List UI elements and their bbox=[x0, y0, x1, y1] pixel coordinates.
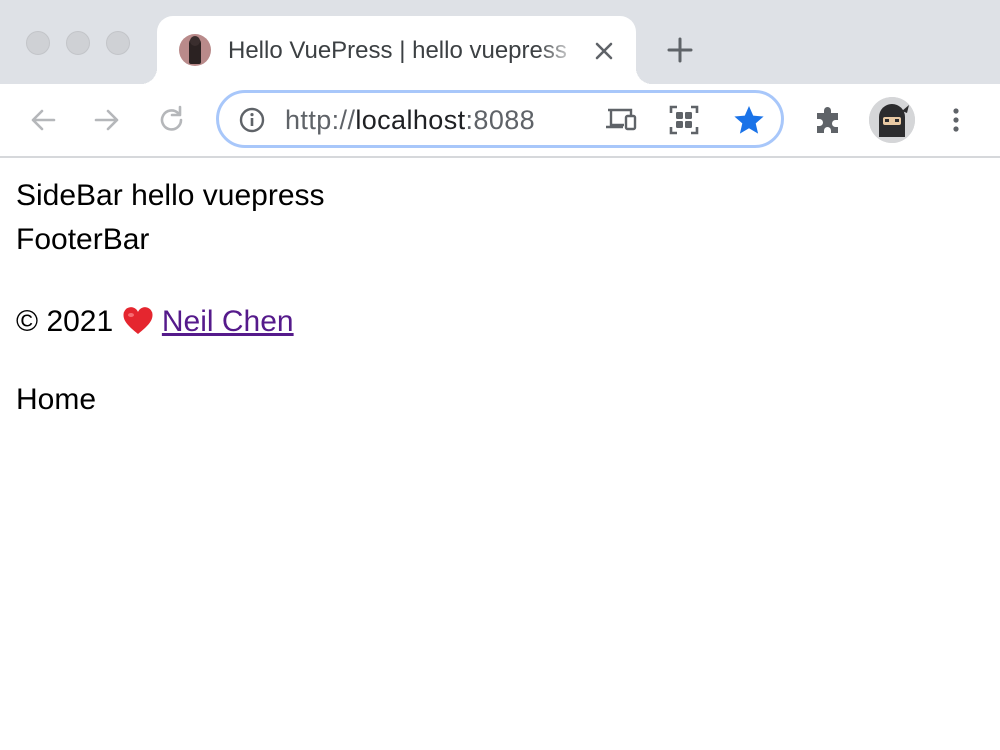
reload-icon[interactable] bbox=[156, 104, 188, 136]
qr-code-icon[interactable] bbox=[669, 105, 699, 135]
copyright-line: © 2021 Neil Chen bbox=[16, 304, 294, 340]
maximize-window-button[interactable] bbox=[106, 31, 130, 55]
bookmark-star-icon[interactable] bbox=[733, 104, 765, 136]
favicon-icon bbox=[179, 34, 211, 66]
url-text[interactable]: http://localhost:8088 bbox=[285, 104, 535, 136]
home-text: Home bbox=[16, 383, 97, 416]
url-scheme: http:// bbox=[285, 105, 356, 135]
browser-toolbar: http://localhost:8088 bbox=[0, 84, 1000, 158]
tab-strip: Hello VuePress | hello vuepress bbox=[0, 0, 1000, 84]
site-info-icon[interactable] bbox=[239, 107, 265, 133]
footerbar-text: FooterBar bbox=[16, 223, 150, 256]
back-arrow-icon[interactable] bbox=[27, 104, 59, 136]
minimize-window-button[interactable] bbox=[66, 31, 90, 55]
close-tab-icon[interactable] bbox=[591, 38, 617, 64]
author-link[interactable]: Neil Chen bbox=[162, 305, 294, 338]
ninja-avatar-icon bbox=[869, 97, 915, 143]
url-host: localhost bbox=[355, 105, 466, 135]
forward-arrow-icon[interactable] bbox=[91, 104, 123, 136]
browser-window: Hello VuePress | hello vuepress http://l… bbox=[0, 0, 1000, 750]
sidebar-text: SideBar hello vuepress bbox=[16, 179, 325, 212]
active-tab[interactable]: Hello VuePress | hello vuepress bbox=[141, 16, 652, 84]
more-menu-icon[interactable] bbox=[944, 104, 968, 136]
new-tab-icon[interactable] bbox=[665, 35, 695, 65]
address-bar[interactable]: http://localhost:8088 bbox=[216, 90, 784, 148]
heart-icon bbox=[123, 307, 153, 335]
close-window-button[interactable] bbox=[26, 31, 50, 55]
tab-title: Hello VuePress | hello vuepress bbox=[228, 37, 567, 64]
profile-avatar[interactable] bbox=[869, 97, 915, 143]
install-app-icon[interactable] bbox=[605, 106, 637, 134]
copyright-prefix: © 2021 bbox=[16, 305, 114, 338]
extensions-puzzle-icon[interactable] bbox=[812, 104, 844, 136]
url-port: :8088 bbox=[465, 105, 536, 135]
